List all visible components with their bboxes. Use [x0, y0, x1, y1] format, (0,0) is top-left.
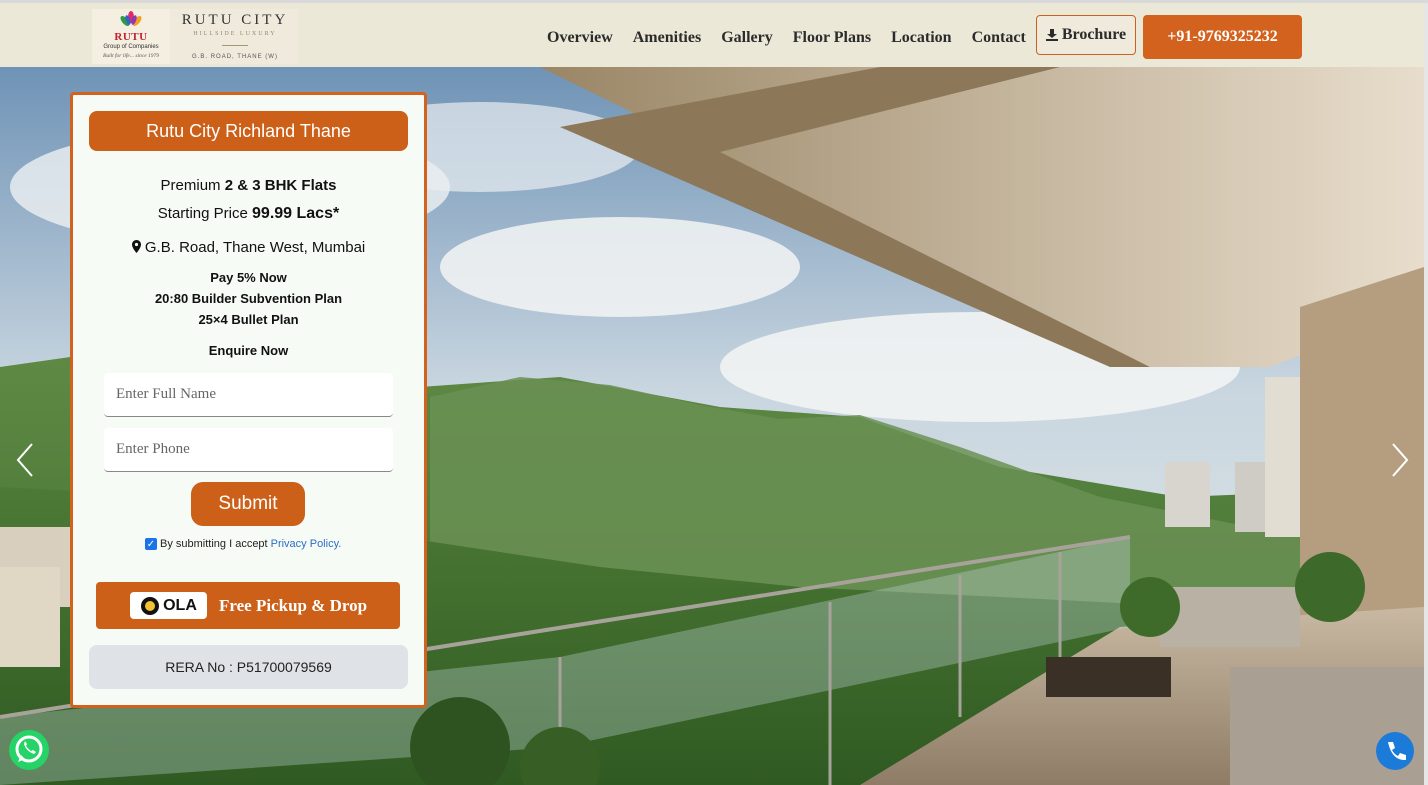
logo-emblem: RUTU Group of Companies Built for life..… [92, 9, 170, 64]
nav-amenities[interactable]: Amenities [623, 29, 711, 47]
ola-pickup-button[interactable]: OLA Free Pickup & Drop [96, 582, 400, 629]
ola-circle-icon [141, 596, 160, 615]
location-line: G.B. Road, Thane West, Mumbai [73, 239, 424, 256]
chevron-left-icon[interactable] [12, 440, 42, 480]
brochure-label: Brochure [1061, 26, 1127, 43]
ola-text: Free Pickup & Drop [219, 595, 368, 615]
scrollbar[interactable] [1424, 3, 1428, 785]
nav-gallery[interactable]: Gallery [711, 29, 783, 47]
card-title: Rutu City Richland Thane [89, 111, 408, 151]
location-text: G.B. Road, Thane West, Mumbai [144, 239, 366, 256]
submit-button[interactable]: Submit [191, 482, 305, 526]
nav-floor-plans[interactable]: Floor Plans [783, 29, 881, 47]
premium-line: Premium 2 & 3 BHK Flats [73, 177, 424, 194]
checkbox-checked-icon[interactable]: ✓ [145, 538, 157, 550]
price-line: Starting Price 99.99 Lacs* [73, 205, 424, 223]
offer-item: 25×4 Bullet Plan [198, 312, 299, 327]
logo-name: RUTU CITY [181, 12, 289, 28]
enquire-heading: Enquire Now [208, 343, 289, 358]
privacy-policy-link[interactable]: Privacy Policy. [271, 538, 342, 550]
brochure-button[interactable]: Brochure [1036, 15, 1136, 55]
offer-item: 20:80 Builder Subvention Plan [154, 291, 343, 306]
site-header: RUTU Group of Companies Built for life..… [0, 3, 1424, 67]
logo-tagline: Built for life... since 1979 [102, 53, 160, 59]
enquiry-card: Rutu City Richland Thane Premium 2 & 3 B… [70, 92, 427, 708]
logo-divider [222, 45, 248, 46]
site-logo[interactable]: RUTU Group of Companies Built for life..… [92, 9, 298, 64]
nav-overview[interactable]: Overview [537, 29, 623, 47]
phone-call-icon[interactable] [1375, 731, 1415, 771]
premium-prefix: Premium [160, 177, 225, 194]
phone-button[interactable]: +91-9769325232 [1143, 15, 1302, 59]
chevron-right-icon[interactable] [1383, 440, 1413, 480]
consent-text: By submitting I accept [160, 538, 268, 550]
map-marker-icon [131, 240, 141, 253]
logo-subtitle: HILLSIDE LUXURY [193, 31, 277, 37]
logo-brand: RUTU [114, 31, 148, 43]
nav-contact[interactable]: Contact [962, 29, 1036, 47]
phone-input[interactable] [104, 428, 393, 472]
premium-value: 2 & 3 BHK Flats [224, 177, 337, 194]
logo-address: G.B. ROAD, THANE (W) [192, 54, 278, 60]
offer-item: Pay 5% Now [210, 270, 287, 285]
price-prefix: Starting Price [157, 205, 253, 222]
download-icon [1045, 29, 1058, 41]
ola-brand: OLA [163, 596, 197, 614]
main-nav: Overview Amenities Gallery Floor Plans L… [537, 6, 1036, 70]
rera-number: RERA No : P51700079569 [89, 645, 408, 689]
price-value: 99.99 Lacs* [252, 205, 340, 222]
logo-group: Group of Companies [103, 44, 159, 50]
ola-logo: OLA [130, 592, 207, 619]
nav-location[interactable]: Location [881, 29, 961, 47]
full-name-input[interactable] [104, 373, 393, 417]
whatsapp-icon[interactable] [8, 729, 50, 771]
lotus-icon [120, 11, 142, 26]
consent-row: ✓ By submitting I accept Privacy Policy. [145, 538, 341, 550]
